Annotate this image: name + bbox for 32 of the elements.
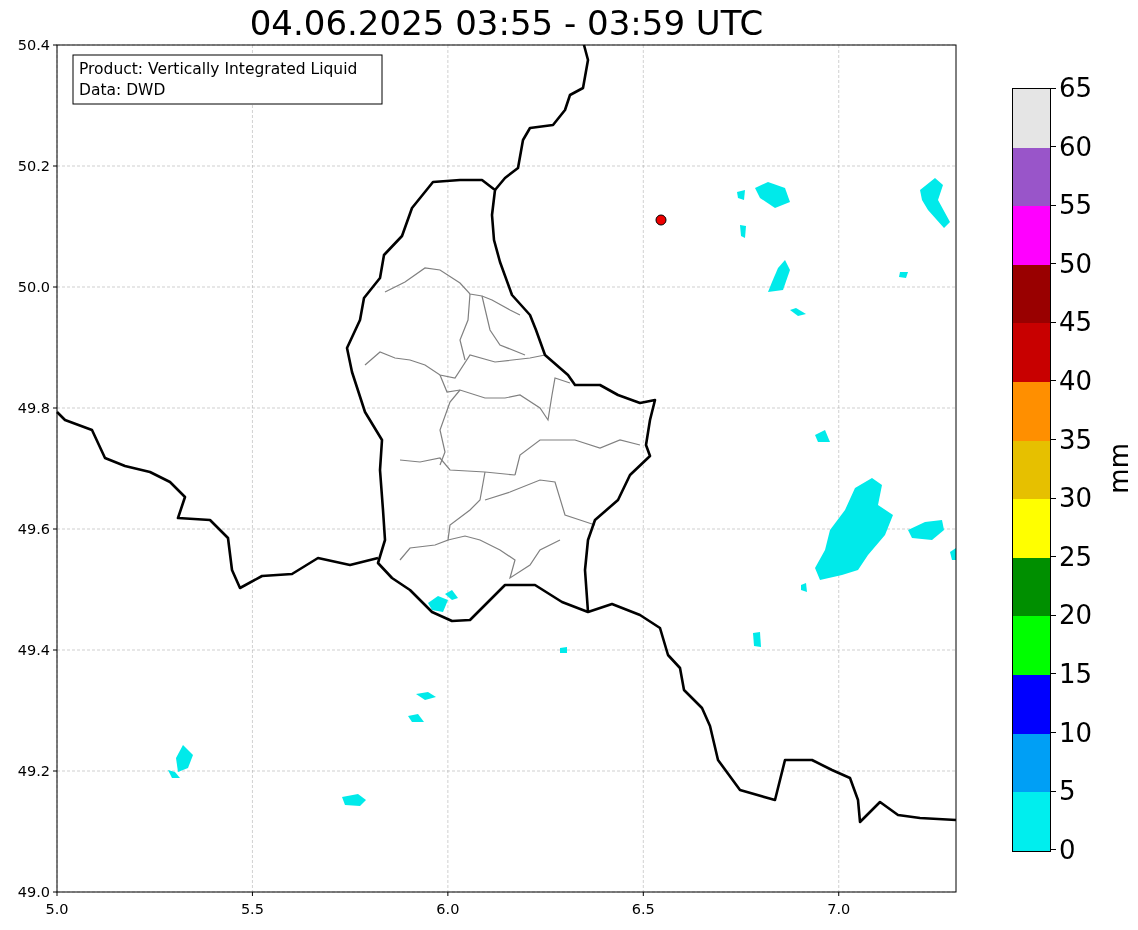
color-scale-tick-label: 35 [1059, 424, 1093, 455]
y-axis-tick-label: 49.8 [17, 400, 50, 416]
location-marker [655, 214, 667, 226]
x-axis-tick-label: 7.0 [827, 901, 851, 917]
y-axis-tick-label: 50.0 [17, 279, 50, 295]
color-scale-tick-label: 60 [1059, 131, 1093, 162]
color-scale-unit-label: mm [1104, 443, 1135, 494]
y-axis-tick-label: 49.4 [17, 642, 50, 658]
color-scale-tick-label: 50 [1059, 248, 1093, 279]
color-scale-tick-label: 20 [1059, 600, 1093, 631]
y-axis-tick-label: 50.4 [17, 37, 50, 53]
x-axis-tick-label: 6.5 [631, 901, 655, 917]
color-scale-tick-label: 55 [1059, 190, 1093, 221]
legend-text: Product: Vertically Integrated Liquid [79, 60, 358, 78]
x-axis-tick-label: 5.5 [240, 901, 264, 917]
color-scale-tick-label: 15 [1059, 658, 1093, 689]
y-axis-tick-label: 49.6 [17, 521, 50, 537]
y-axis-tick-label: 49.2 [17, 763, 50, 779]
x-axis-tick-label: 6.0 [436, 901, 460, 917]
x-axis-tick-label: 5.0 [45, 901, 69, 917]
color-scale-tick-label: 40 [1059, 365, 1093, 396]
chart-title: 04.06.2025 03:55 - 03:59 UTC [249, 3, 764, 45]
legend-text: Data: DWD [79, 81, 166, 99]
color-scale-tick-label: 30 [1059, 483, 1093, 514]
color-scale-tick-label: 25 [1059, 541, 1093, 572]
color-scale-tick-label: 5 [1059, 776, 1076, 807]
color-scale-tick-label: 65 [1059, 73, 1093, 103]
color-scale-tick-label: 45 [1059, 307, 1093, 338]
color-scale-tick-label: 10 [1059, 717, 1093, 748]
y-axis-tick-label: 50.2 [17, 158, 50, 174]
color-scale-tick-label: 0 [1059, 834, 1076, 865]
y-axis-tick-label: 49.0 [17, 884, 50, 900]
